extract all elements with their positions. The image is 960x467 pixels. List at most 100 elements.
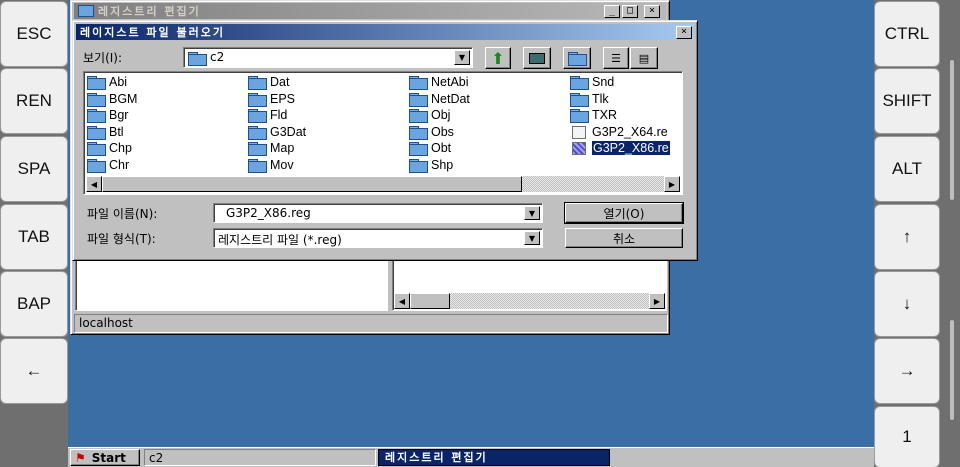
new-folder-button[interactable] bbox=[563, 47, 591, 69]
dialog-titlebar[interactable]: 레이지스트 파일 불러오기 × bbox=[76, 24, 694, 40]
folder-icon bbox=[570, 76, 589, 90]
folder-icon bbox=[248, 159, 267, 173]
folder-icon bbox=[87, 126, 106, 140]
scroll-left-icon[interactable]: ◀ bbox=[394, 293, 410, 309]
values-pane[interactable]: ◀ ▶ bbox=[392, 259, 667, 311]
close-icon[interactable]: × bbox=[644, 5, 660, 18]
folder-icon bbox=[570, 93, 589, 107]
list-item[interactable]: BGM bbox=[87, 91, 137, 107]
file-list[interactable]: Abi BGM Bgr Btl Chp Chr Dat EPS Fld G3Da… bbox=[83, 71, 683, 195]
folder-icon bbox=[248, 93, 267, 107]
taskbar: ⚑ Start c2 레지스트리 편집기 bbox=[68, 447, 874, 467]
list-item[interactable]: Tlk bbox=[570, 91, 609, 107]
list-item[interactable]: Dat bbox=[248, 74, 289, 90]
spa-key[interactable]: SPA bbox=[0, 136, 68, 202]
reg-file-icon bbox=[572, 125, 586, 139]
down-arrow-key[interactable]: ↓ bbox=[874, 271, 940, 337]
list-item[interactable]: Bgr bbox=[87, 107, 128, 123]
folder-icon bbox=[248, 76, 267, 90]
dialog-close-icon[interactable]: × bbox=[676, 26, 692, 39]
ctrl-key[interactable]: CTRL bbox=[874, 1, 940, 67]
up-arrow-icon: ⬆ bbox=[491, 48, 505, 68]
left-arrow-key[interactable]: ← bbox=[0, 338, 68, 404]
esc-key[interactable]: ESC bbox=[0, 1, 68, 67]
left-key-panel: ESC REN SPA TAB BAP ← bbox=[0, 0, 68, 467]
desktop-icon bbox=[529, 52, 545, 64]
open-file-dialog: 레이지스트 파일 불러오기 × 보기(I): c2 ▼ ⬆ ☰ ▤ Abi BG… bbox=[72, 20, 698, 261]
number-1-key[interactable]: 1 bbox=[874, 406, 940, 467]
alt-key[interactable]: ALT bbox=[874, 136, 940, 202]
folder-icon bbox=[188, 52, 207, 66]
regedit-app-icon bbox=[78, 5, 94, 17]
minimize-icon[interactable]: _ bbox=[604, 5, 620, 18]
list-item[interactable]: G3Dat bbox=[248, 124, 306, 140]
list-item[interactable]: Shp bbox=[409, 157, 453, 173]
taskbar-item-regedit[interactable]: 레지스트리 편집기 bbox=[378, 449, 610, 466]
panel-scroll-thumb-lower[interactable] bbox=[950, 320, 954, 420]
filename-value: G3P2_X86.reg bbox=[226, 206, 311, 220]
scroll-thumb[interactable] bbox=[410, 293, 450, 309]
new-folder-icon bbox=[568, 52, 587, 66]
list-item[interactable]: EPS bbox=[248, 91, 295, 107]
values-hscroll[interactable]: ◀ ▶ bbox=[394, 293, 665, 309]
open-button[interactable]: 열기(O) bbox=[564, 202, 684, 224]
list-item[interactable]: NetDat bbox=[409, 91, 470, 107]
ren-key[interactable]: REN bbox=[0, 68, 68, 134]
maximize-icon[interactable]: □ bbox=[622, 5, 638, 18]
list-item[interactable]: Btl bbox=[87, 124, 124, 140]
desktop-button[interactable] bbox=[523, 47, 551, 69]
right-key-panel: CTRL SHIFT ALT ↑ ↓ → 1 bbox=[874, 0, 960, 467]
up-folder-button[interactable]: ⬆ bbox=[485, 47, 511, 69]
taskbar-item-c2[interactable]: c2 bbox=[144, 449, 376, 466]
chevron-down-icon[interactable]: ▼ bbox=[524, 206, 540, 220]
up-arrow-key[interactable]: ↑ bbox=[874, 204, 940, 270]
lookin-combo[interactable]: c2 ▼ bbox=[183, 47, 473, 68]
shift-key[interactable]: SHIFT bbox=[874, 68, 940, 134]
scroll-right-icon[interactable]: ▶ bbox=[649, 293, 665, 309]
chevron-down-icon[interactable]: ▼ bbox=[454, 50, 470, 65]
regedit-titlebar[interactable]: 레지스트리 편집기 _ □ × bbox=[74, 3, 666, 19]
scroll-thumb[interactable] bbox=[102, 176, 522, 192]
list-item[interactable]: Obt bbox=[409, 140, 451, 156]
bap-key[interactable]: BAP bbox=[0, 271, 68, 337]
right-arrow-key[interactable]: → bbox=[874, 338, 940, 404]
list-item[interactable]: Snd bbox=[570, 74, 614, 90]
filename-field[interactable]: G3P2_X86.reg ▼ bbox=[213, 203, 543, 223]
list-item[interactable]: G3P2_X64.re bbox=[570, 124, 668, 140]
scroll-left-icon[interactable]: ◀ bbox=[86, 176, 102, 192]
tree-pane[interactable] bbox=[75, 259, 388, 311]
file-list-hscroll[interactable]: ◀ ▶ bbox=[86, 176, 680, 192]
start-icon: ⚑ bbox=[75, 450, 86, 465]
list-item-selected[interactable]: G3P2_X86.re bbox=[570, 140, 671, 156]
list-item[interactable]: Mov bbox=[248, 157, 294, 173]
folder-icon bbox=[248, 126, 267, 140]
list-item[interactable]: NetAbi bbox=[409, 74, 469, 90]
list-item[interactable]: Fld bbox=[248, 107, 287, 123]
folder-icon bbox=[409, 109, 428, 123]
start-button[interactable]: ⚑ Start bbox=[70, 449, 140, 466]
folder-icon bbox=[248, 142, 267, 156]
folder-icon bbox=[409, 93, 428, 107]
details-view-button[interactable]: ▤ bbox=[630, 47, 658, 69]
scroll-right-icon[interactable]: ▶ bbox=[664, 176, 680, 192]
chevron-down-icon[interactable]: ▼ bbox=[524, 231, 540, 245]
list-item[interactable]: Obj bbox=[409, 107, 450, 123]
list-item[interactable]: Map bbox=[248, 140, 294, 156]
folder-icon bbox=[87, 159, 106, 173]
list-item[interactable]: Chr bbox=[87, 157, 129, 173]
panel-scroll-thumb[interactable] bbox=[950, 60, 954, 200]
tab-key[interactable]: TAB bbox=[0, 204, 68, 270]
cancel-button[interactable]: 취소 bbox=[565, 228, 683, 248]
filetype-select[interactable]: 레지스트리 파일 (*.reg) ▼ bbox=[213, 228, 543, 248]
details-view-icon: ▤ bbox=[638, 51, 650, 65]
status-text: localhost bbox=[79, 316, 133, 330]
list-item[interactable]: Abi bbox=[87, 74, 127, 90]
list-item[interactable]: Obs bbox=[409, 124, 454, 140]
status-bar: localhost bbox=[74, 314, 668, 333]
list-view-button[interactable]: ☰ bbox=[603, 47, 629, 69]
folder-icon bbox=[87, 76, 106, 90]
reg-file-icon bbox=[572, 141, 586, 155]
list-item[interactable]: TXR bbox=[570, 107, 617, 123]
list-item[interactable]: Chp bbox=[87, 140, 132, 156]
lookin-label: 보기(I): bbox=[83, 51, 123, 65]
